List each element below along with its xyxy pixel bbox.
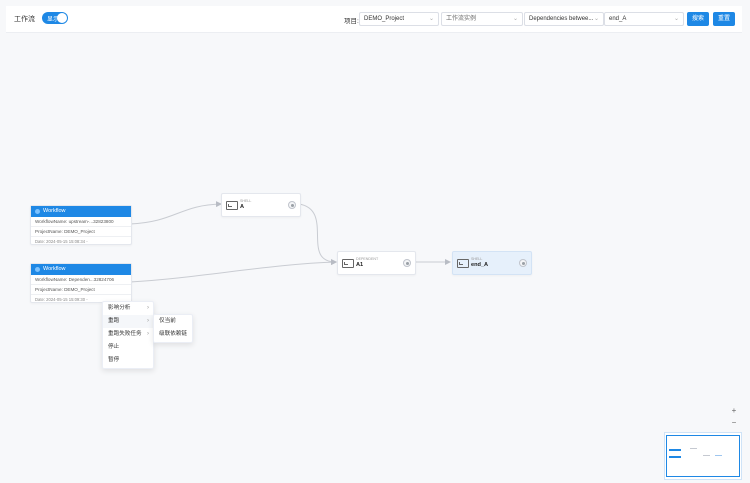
rerun-submenu: 仅当前 级联依赖链 [153, 314, 193, 343]
task-name: end_A [471, 262, 489, 268]
edge-workflow1-to-A [129, 201, 222, 225]
minimap-node [669, 449, 681, 451]
task-status-icon [288, 201, 296, 209]
zoom-out-button[interactable]: − [729, 418, 739, 427]
workflow-dot-icon [35, 267, 40, 272]
context-menu: 影响分析 › 重跑 › 重跑失败任务 › 停止 暂停 [102, 301, 154, 369]
workflow-name: WorkflowName: upstream-...32823800 [31, 217, 131, 227]
menu-item-label: 影响分析 [108, 305, 131, 311]
menu-item-label: 暂停 [108, 357, 120, 363]
menu-item-pause[interactable]: 暂停 [103, 354, 153, 367]
menu-item-label: 重跑 [108, 318, 120, 324]
shell-task-icon [226, 201, 238, 210]
task-status-icon [403, 259, 411, 267]
menu-item-label: 重跑失败任务 [108, 331, 142, 337]
workflow-project: ProjectName: DEMO_Project [31, 227, 131, 237]
task-node-A1[interactable]: DEPENDENT A1 [337, 251, 416, 275]
workflow-dot-icon [35, 209, 40, 214]
minimap-node [690, 448, 697, 449]
task-type: DEPENDENT [356, 257, 379, 261]
chevron-right-icon: › [147, 331, 149, 337]
workflow-name: WorkflowName: Dependen...32824706 [31, 275, 131, 285]
task-status-icon [519, 259, 527, 267]
dependent-task-icon [342, 259, 354, 268]
menu-item-impact-analysis[interactable]: 影响分析 › [103, 302, 153, 315]
task-node-end-A[interactable]: SHELL end_A [452, 251, 532, 275]
task-type: SHELL [240, 199, 252, 203]
submenu-item-current-only[interactable]: 仅当前 [154, 315, 192, 328]
menu-item-rerun-failed[interactable]: 重跑失败任务 › [103, 328, 153, 341]
minimap-node [669, 456, 681, 458]
menu-item-rerun[interactable]: 重跑 › [103, 315, 153, 328]
menu-item-label: 停止 [108, 344, 120, 350]
workflow-header-text: Workflow [43, 266, 66, 272]
workflow-project: ProjectName: DEMO_Project [31, 285, 131, 295]
submenu-item-cascade-chain[interactable]: 级联依赖链 [154, 328, 192, 341]
minimap-node [715, 455, 722, 456]
menu-item-stop[interactable]: 停止 [103, 341, 153, 354]
workflow-node-upstream[interactable]: Workflow WorkflowName: upstream-...32823… [30, 205, 132, 245]
task-type: SHELL [471, 257, 483, 261]
workflow-node-header: Workflow [31, 264, 131, 275]
chevron-right-icon: › [147, 305, 149, 311]
workflow-node-header: Workflow [31, 206, 131, 217]
shell-task-icon [457, 259, 469, 268]
workflow-date: Date: 2024-05-15 15:08:34 - [35, 239, 88, 244]
minimap-node [703, 455, 710, 456]
minimap[interactable] [664, 432, 742, 480]
chevron-right-icon: › [147, 318, 149, 324]
task-name: A [240, 204, 245, 210]
edge-workflow2-to-A1 [129, 259, 337, 283]
edge-A-to-A1 [298, 203, 337, 265]
task-node-A[interactable]: SHELL A [221, 193, 301, 217]
zoom-in-button[interactable]: + [729, 406, 739, 415]
task-name: A1 [356, 262, 364, 268]
workflow-node-dependent[interactable]: Workflow WorkflowName: Dependen...328247… [30, 263, 132, 303]
workflow-header-text: Workflow [43, 208, 66, 214]
